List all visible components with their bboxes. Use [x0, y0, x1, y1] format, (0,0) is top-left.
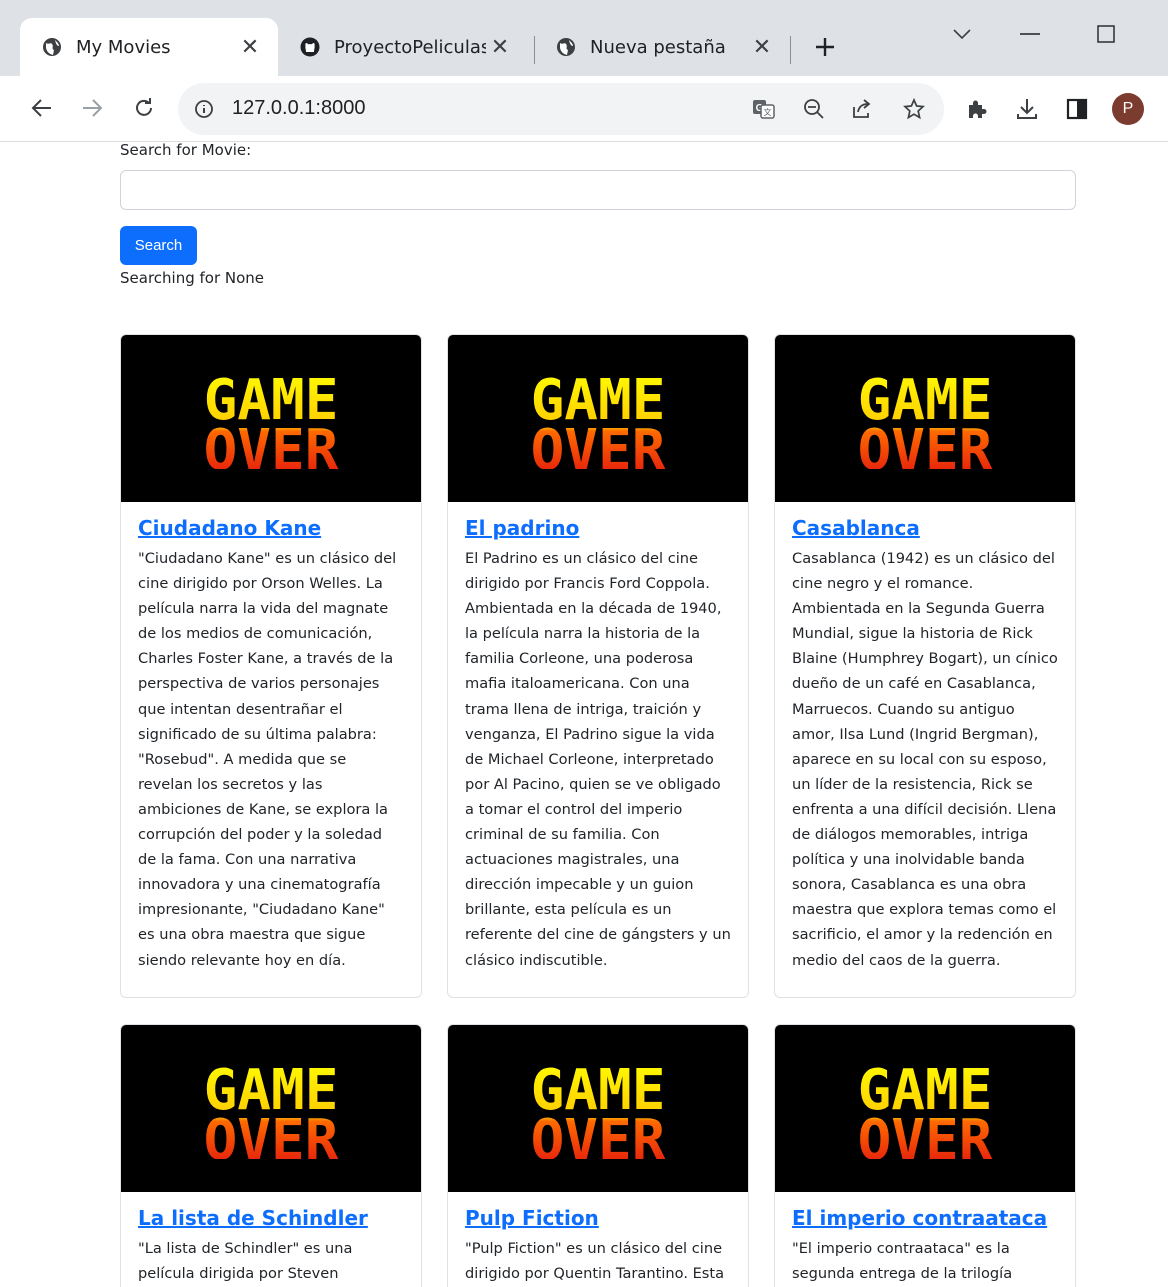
github-icon [300, 37, 320, 57]
movie-poster: GAME OVER [448, 335, 748, 502]
new-tab-icon[interactable] [808, 30, 842, 64]
movie-poster: GAME OVER [121, 335, 421, 502]
url-text: 127.0.0.1:8000 [232, 97, 366, 119]
movie-description: "Pulp Fiction" es un clásico del cine di… [465, 1240, 725, 1283]
movie-card: GAME OVER Ciudadano Kane "Ciudadano Kane"… [120, 334, 422, 998]
search-input[interactable] [120, 170, 1076, 210]
poster-text: GAME OVER [204, 1059, 339, 1159]
tab-title: My Movies [76, 36, 171, 58]
back-icon[interactable] [24, 90, 60, 126]
movie-title-link[interactable]: El imperio contraataca [792, 1206, 1058, 1230]
tab-nueva-pestana[interactable]: Nueva pestaña ✕ [534, 18, 790, 76]
info-icon[interactable] [194, 99, 214, 119]
movie-title-link[interactable]: Pulp Fiction [465, 1206, 731, 1230]
page-content: Search for Movie: Search Searching for N… [0, 143, 1168, 1287]
tab-my-movies[interactable]: My Movies ✕ [20, 18, 278, 76]
movie-description: "El imperio contraataca" es la segunda e… [792, 1240, 1013, 1283]
poster-text: GAME OVER [531, 1059, 666, 1159]
close-icon[interactable]: ✕ [236, 33, 264, 61]
zoom-out-icon[interactable] [802, 97, 826, 121]
movie-description: El Padrino es un clásico del cine dirigi… [465, 550, 731, 969]
movie-title-link[interactable]: La lista de Schindler [138, 1206, 404, 1230]
tab-bar: My Movies ✕ ProyectoPeliculas2 ✕ Nueva p… [0, 0, 1168, 76]
movie-title-link[interactable]: El padrino [465, 516, 731, 540]
movie-poster: GAME OVER [775, 1025, 1075, 1192]
translate-icon[interactable]: G文 [752, 97, 776, 121]
forward-icon[interactable] [74, 90, 110, 126]
reload-icon[interactable] [126, 90, 162, 126]
avatar[interactable]: P [1112, 93, 1144, 125]
poster-text: GAME OVER [531, 369, 666, 469]
movie-poster: GAME OVER [121, 1025, 421, 1192]
movie-description: "Ciudadano Kane" es un clásico del cine … [138, 550, 397, 969]
share-icon[interactable] [850, 97, 874, 121]
movie-poster: GAME OVER [775, 335, 1075, 502]
movie-card: GAME OVER Pulp Fiction "Pulp Fiction" es … [447, 1024, 749, 1287]
minimize-icon[interactable] [1010, 14, 1050, 54]
download-icon[interactable] [1012, 94, 1042, 124]
movie-poster: GAME OVER [448, 1025, 748, 1192]
extensions-icon[interactable] [962, 94, 992, 124]
browser-toolbar: 127.0.0.1:8000 G文 P [0, 76, 1168, 142]
movie-card: GAME OVER El padrino El Padrino es un clá… [447, 334, 749, 998]
svg-text:文: 文 [764, 107, 772, 117]
tab-title: ProyectoPeliculas2 [334, 36, 486, 58]
movie-description: "La lista de Schindler" es una película … [138, 1240, 353, 1283]
poster-text: GAME OVER [204, 369, 339, 469]
movie-card: GAME OVER El imperio contraataca "El impe… [774, 1024, 1076, 1287]
globe-icon [556, 37, 576, 57]
movie-description: Casablanca (1942) es un clásico del cine… [792, 550, 1058, 969]
tab-proyecto[interactable]: ProyectoPeliculas2 ✕ [278, 18, 528, 76]
bookmark-star-icon[interactable] [902, 97, 926, 121]
movie-title-link[interactable]: Ciudadano Kane [138, 516, 404, 540]
movie-card: GAME OVER La lista de Schindler "La lista… [120, 1024, 422, 1287]
search-button[interactable]: Search [120, 226, 197, 265]
close-icon[interactable]: ✕ [486, 33, 514, 61]
chevron-down-icon[interactable] [942, 14, 982, 54]
maximize-icon[interactable] [1086, 14, 1126, 54]
movie-title-link[interactable]: Casablanca [792, 516, 1058, 540]
movie-card: GAME OVER Casablanca Casablanca (1942) es… [774, 334, 1076, 998]
globe-icon [42, 37, 62, 57]
tab-title: Nueva pestaña [590, 36, 726, 58]
poster-text: GAME OVER [858, 1059, 993, 1159]
address-bar[interactable]: 127.0.0.1:8000 G文 [178, 83, 944, 135]
search-status: Searching for None [120, 269, 265, 287]
close-icon[interactable]: ✕ [748, 33, 776, 61]
tab-divider [790, 36, 791, 64]
poster-text: GAME OVER [858, 369, 993, 469]
search-label: Search for Movie: [120, 143, 252, 159]
side-panel-icon[interactable] [1062, 94, 1092, 124]
